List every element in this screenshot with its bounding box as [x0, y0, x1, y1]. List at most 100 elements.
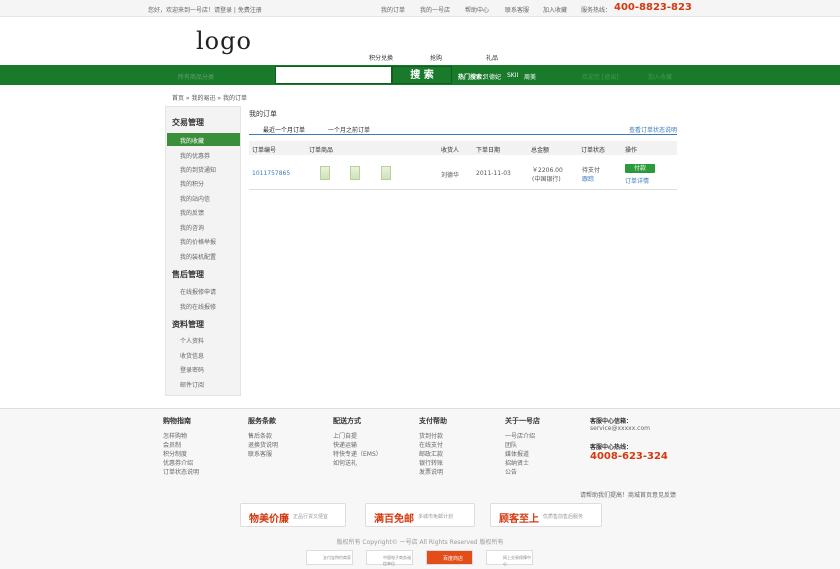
toplink-my-orders[interactable]: 我的订单 — [381, 5, 405, 14]
footer-link[interactable]: 会员制 — [163, 441, 199, 450]
footer-col-terms: 服务条款 售后条款 退换货说明 联系客服 — [248, 416, 278, 459]
badge-customer-first: 顾客至上 优质售前售后服务 — [490, 503, 602, 527]
sidebar: 交易管理 我的收藏 我的优惠券 我的到货通知 我的积分 我的站内信 我的反馈 我… — [165, 106, 241, 396]
sidebar-item-password[interactable]: 登录密码 — [180, 365, 204, 374]
order-date: 2011-11-03 — [476, 170, 511, 177]
feedback-link[interactable]: 请帮助我们提高！商城首页意见反馈 — [580, 490, 676, 499]
sidebar-item-repair-apply[interactable]: 在线报修申请 — [180, 287, 216, 296]
col-status: 订单状态 — [581, 147, 606, 154]
footer-link[interactable]: 退换货说明 — [248, 441, 278, 450]
hot-word-1[interactable]: 贝德妃 — [483, 72, 501, 81]
footer-link[interactable]: 快递运输 — [333, 441, 382, 450]
footer-link[interactable]: 货到付款 — [419, 432, 447, 441]
orders-table-header: 订单编号 订单商品 收货人 下单日期 总金额 订单状态 操作 — [249, 141, 677, 155]
footer-link[interactable]: 招纳贤士 — [505, 459, 540, 468]
footer-link[interactable]: 上门自提 — [333, 432, 382, 441]
footer-link[interactable]: 银行转账 — [419, 459, 447, 468]
add-favorite[interactable]: 加入收藏 — [648, 72, 672, 81]
toplink-favorite[interactable]: 加入收藏 — [543, 5, 567, 14]
toplink-help[interactable]: 帮助中心 — [465, 5, 489, 14]
order-detail-link[interactable]: 订单详情 — [625, 176, 649, 185]
product-thumbnail[interactable] — [350, 166, 360, 180]
sidebar-item-my-repairs[interactable]: 我的在线报修 — [180, 302, 216, 311]
sidebar-section-trade: 交易管理 — [172, 118, 204, 127]
order-number-link[interactable]: 1011757865 — [252, 170, 290, 177]
sidebar-item-points[interactable]: 我的积分 — [180, 179, 204, 188]
sidebar-item-feedback[interactable]: 我的反馈 — [180, 208, 204, 217]
sidebar-item-coupons[interactable]: 我的优惠券 — [180, 151, 210, 160]
sidebar-item-messages[interactable]: 我的站内信 — [180, 194, 210, 203]
nav-gifts[interactable]: 礼品 — [486, 53, 498, 62]
product-thumbnail[interactable] — [320, 166, 330, 180]
footer-link[interactable]: 媒体报道 — [505, 450, 540, 459]
footer-col-title: 服务条款 — [248, 417, 276, 425]
sidebar-item-arrival-notice[interactable]: 我的到货通知 — [180, 165, 216, 174]
badge-sub: 多城市免邮计划 — [418, 514, 454, 520]
cert-label: 支付宝特约商家 — [323, 555, 351, 560]
footer-link[interactable]: 在线支付 — [419, 441, 447, 450]
nav-points-exchange[interactable]: 积分兑换 — [369, 53, 393, 62]
table-row: 1011757865 刘德华 2011-11-03 ￥2206.00 (中国银行… — [249, 156, 677, 190]
sidebar-section-aftersales: 售后管理 — [172, 270, 204, 279]
footer-link[interactable]: 优惠券介绍 — [163, 459, 199, 468]
footer-link[interactable]: 一号店介绍 — [505, 432, 540, 441]
footer-link[interactable]: 订单状态说明 — [163, 468, 199, 477]
service-tel: 4008-623-324 — [590, 451, 668, 462]
footer-link[interactable]: 怎样购物 — [163, 432, 199, 441]
toplink-contact[interactable]: 联系客服 — [505, 5, 529, 14]
sidebar-item-subscription[interactable]: 邮件订阅 — [180, 380, 204, 389]
cert-alipay[interactable]: 支付宝特约商家 — [306, 550, 353, 565]
product-thumbnail[interactable] — [381, 166, 391, 180]
footer-col-title: 关于一号店 — [505, 417, 540, 425]
copyright: 版权所有 Copyright© 一号店 All Rights Reserved … — [336, 539, 504, 546]
cert-baidu[interactable]: 百度商店 — [426, 550, 473, 565]
footer-link[interactable]: 如何送礼 — [333, 459, 382, 468]
tab-recent-month[interactable]: 最近一个月订单 — [263, 125, 305, 134]
toplink-my-store[interactable]: 我的一号店 — [420, 5, 450, 14]
sidebar-item-personal-info[interactable]: 个人资料 — [180, 336, 204, 345]
hot-word-2[interactable]: SKII — [507, 72, 518, 79]
cert-label: 网上交易保障中心 — [503, 555, 531, 566]
cert-label: 百度商店 — [443, 556, 464, 562]
footer-link[interactable]: 售后条款 — [248, 432, 278, 441]
pay-button[interactable]: 付款 — [625, 164, 655, 173]
tab-older[interactable]: 一个月之前订单 — [328, 125, 370, 134]
badge-value: 物美价廉 正品行货又便宜 — [240, 503, 346, 527]
sidebar-item-pc-config[interactable]: 我的装机配置 — [180, 252, 216, 261]
sidebar-item-address[interactable]: 收货信息 — [180, 351, 204, 360]
footer-col-guide: 购物指南 怎样购物 会员制 积分制度 优惠券介绍 订单状态说明 — [163, 416, 199, 477]
user-welcome[interactable]: 欢迎您 [退出] — [582, 72, 619, 81]
recipient: 刘德华 — [441, 172, 460, 179]
hot-word-3[interactable]: 周美 — [524, 72, 536, 81]
payment-bank: (中国银行) — [532, 176, 561, 183]
status-doc-link[interactable]: 查看订单状态说明 — [629, 125, 677, 134]
footer-link[interactable]: 发票说明 — [419, 468, 447, 477]
badge-free-shipping: 满百免邮 多城市免邮计划 — [365, 503, 475, 527]
site-logo[interactable]: logo — [196, 27, 252, 55]
cert-trade-center[interactable]: 网上交易保障中心 — [486, 550, 533, 566]
sidebar-item-favorites[interactable]: 我的收藏 — [167, 133, 240, 146]
service-email[interactable]: service@xxxxx.com — [590, 425, 668, 432]
track-link[interactable]: 跟踪 — [582, 174, 594, 183]
welcome-text[interactable]: 您好，欢迎来到一号店！请登录 | 免费注册 — [148, 5, 262, 14]
search-button[interactable]: 搜 索 — [392, 66, 452, 84]
col-order-no: 订单编号 — [252, 147, 277, 154]
all-categories[interactable]: 所有商品分类 — [178, 72, 214, 81]
footer-link[interactable]: 联系客服 — [248, 450, 278, 459]
breadcrumb: 首页 » 我的易迅 » 我的订单 — [172, 95, 247, 102]
sidebar-item-inquiries[interactable]: 我的咨询 — [180, 223, 204, 232]
badge-title: 物美价廉 — [249, 514, 289, 525]
search-input[interactable] — [275, 66, 392, 84]
sidebar-item-price-report[interactable]: 我的价格举报 — [180, 237, 216, 246]
footer-link[interactable]: 邮政汇款 — [419, 450, 447, 459]
cert-ecommerce[interactable]: 中国电子商务诚信单位 — [366, 550, 413, 566]
footer-col-about: 关于一号店 一号店介绍 团队 媒体报道 招纳贤士 公告 — [505, 416, 540, 477]
cert-label: 中国电子商务诚信单位 — [383, 555, 411, 566]
footer-link[interactable]: 公告 — [505, 468, 540, 477]
col-actions: 操作 — [625, 147, 638, 154]
nav-flash-sale[interactable]: 抢购 — [430, 53, 442, 62]
footer-link[interactable]: 积分制度 — [163, 450, 199, 459]
order-amount: ￥2206.00 — [532, 167, 563, 174]
footer-link[interactable]: 团队 — [505, 441, 540, 450]
footer-link[interactable]: 特快专递（EMS） — [333, 450, 382, 459]
